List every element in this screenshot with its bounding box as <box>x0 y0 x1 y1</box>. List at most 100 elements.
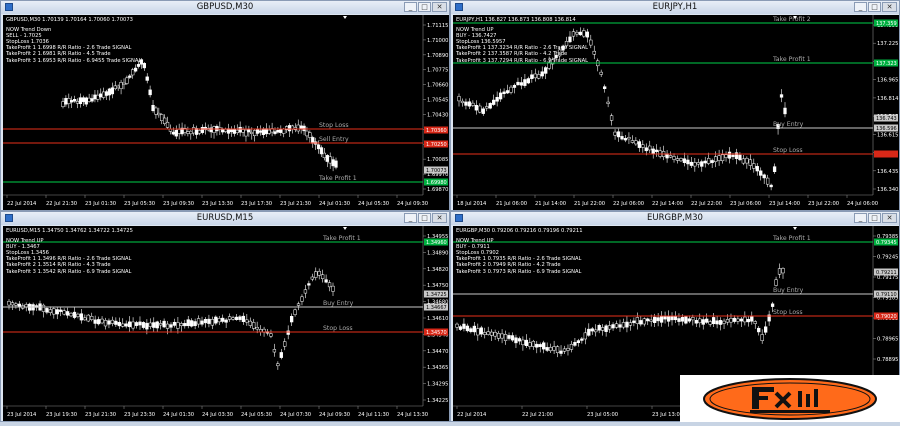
candle-body <box>127 321 132 328</box>
minimize-icon[interactable]: _ <box>404 213 417 223</box>
chart-window-gbpusd[interactable]: GBPUSD,M30 _ □ ✕ 1.71115 1.71000 1.70890 1.70… <box>0 0 450 211</box>
price-label: 0.79175 <box>877 275 898 281</box>
price-chart[interactable]: 137.359137.225137.095136.965136.814136.7… <box>453 15 899 210</box>
candle-body <box>76 313 80 317</box>
candle-body <box>316 144 321 150</box>
candle-body <box>781 268 785 274</box>
candle-body <box>290 125 295 130</box>
time-label: 23 Jul 01:30 <box>85 201 116 207</box>
chart-window-eurusd[interactable]: EURUSD,M15 _ □ ✕ 1.34955 1.34890 1.34820 1.34… <box>0 211 450 422</box>
candle-body <box>59 309 63 312</box>
candle-body <box>783 107 787 115</box>
candle-body <box>460 100 465 104</box>
candle-body <box>282 128 286 134</box>
candle-body <box>321 274 325 279</box>
time-label: 21 Jul 14:00 <box>535 201 566 207</box>
candle-body <box>679 158 683 162</box>
price-label: 1.34225 <box>427 398 448 404</box>
candle-body <box>210 319 215 326</box>
candle-body <box>637 141 641 148</box>
candle-body <box>276 130 280 133</box>
price-label: 137.225 <box>877 41 898 47</box>
candle-body <box>107 88 112 96</box>
chart-header: EURUSD,M15 1.34750 1.34762 1.34722 1.347… <box>6 228 133 234</box>
window-titlebar[interactable]: GBPUSD,M30 _ □ ✕ <box>1 1 449 14</box>
price-tag-label: 0.79020 <box>876 314 897 320</box>
time-label: 24 Jul 03:30 <box>202 412 233 418</box>
candle-body <box>331 159 335 167</box>
maximize-icon[interactable]: □ <box>868 2 881 12</box>
signal-info-panel: EURJPY,H1 136.827 136.873 136.808 136.81… <box>456 17 589 64</box>
candle-body <box>87 97 91 102</box>
window-titlebar[interactable]: EURJPY,H1 _ □ ✕ <box>451 1 899 14</box>
price-chart[interactable]: 1.71115 1.71000 1.70890 1.70775 1.70660 1.705… <box>3 15 449 210</box>
trade-level-label: Take Profit 1 <box>772 56 811 63</box>
price-label: 1.70085 <box>427 157 448 163</box>
candle-body <box>283 341 287 347</box>
candle-body <box>514 337 518 344</box>
candle-body <box>760 334 764 341</box>
candle-body <box>319 147 324 155</box>
candle-body <box>192 127 196 134</box>
candle-body <box>627 137 631 140</box>
candle-body <box>223 129 228 132</box>
price-label: 136.814 <box>877 96 899 102</box>
candle-body <box>488 103 492 109</box>
price-chart[interactable]: 1.34955 1.34890 1.34820 1.34750 1.34680 1.346… <box>3 226 449 421</box>
candle-body <box>261 128 266 135</box>
candle-body <box>589 39 593 46</box>
candle-body <box>293 309 297 315</box>
candle-body <box>710 160 714 163</box>
candle-body <box>483 332 487 335</box>
price-label: 1.70775 <box>427 68 448 74</box>
minimize-icon[interactable]: _ <box>404 2 417 12</box>
signal-info-line: TakeProfit 3 137.7294 R/R Ratio - 6.9 Tr… <box>456 57 589 64</box>
candle-body <box>762 174 766 179</box>
candle-body <box>186 131 190 134</box>
chart-window-eurjpy[interactable]: EURJPY,H1 _□✕ 137.359137.225137.095136.9… <box>450 0 900 211</box>
close-icon[interactable]: ✕ <box>432 213 447 223</box>
candle-body <box>125 77 129 84</box>
price-label: 136.965 <box>877 78 898 84</box>
window-titlebar[interactable]: EURGBP,M30 _ □ ✕ <box>451 212 899 225</box>
candle-body <box>273 131 277 134</box>
maximize-icon[interactable]: □ <box>868 213 881 223</box>
candle-body <box>722 320 726 324</box>
candle-body <box>521 339 525 346</box>
candle-body <box>302 125 306 132</box>
candle-body <box>103 320 108 327</box>
candle-body <box>100 318 104 324</box>
close-icon[interactable]: ✕ <box>882 213 897 223</box>
minimize-icon[interactable]: _ <box>854 213 867 223</box>
candle-body <box>725 319 730 323</box>
candle-body <box>64 98 68 105</box>
candle-body <box>267 129 271 134</box>
maximize-icon[interactable]: □ <box>418 213 431 223</box>
candle-body <box>759 170 763 176</box>
window-titlebar[interactable]: EURUSD,M15 _ □ ✕ <box>1 212 449 225</box>
candle-body <box>519 82 524 86</box>
candle-body <box>258 329 263 333</box>
candle-body <box>183 323 187 327</box>
candle-body <box>328 156 332 164</box>
candle-body <box>193 321 197 326</box>
candle-body <box>701 319 705 325</box>
price-label: 1.71115 <box>427 23 448 29</box>
candle-body <box>272 349 277 353</box>
candle-body <box>471 102 475 106</box>
close-icon[interactable]: ✕ <box>882 2 897 12</box>
time-label: 24 Jul 05:30 <box>241 412 272 418</box>
candle-body <box>145 76 149 81</box>
time-label: 23 Jul 13:00 <box>652 412 683 418</box>
candle-body <box>474 105 478 111</box>
trade-level-label: Take Profit 1 <box>772 235 811 242</box>
candle-body <box>207 318 211 324</box>
candle-body <box>462 323 466 329</box>
maximize-icon[interactable]: □ <box>418 2 431 12</box>
minimize-icon[interactable]: _ <box>854 2 867 12</box>
candle-body <box>481 108 485 114</box>
chart-header: GBPUSD,M30 1.70139 1.70164 1.70060 1.700… <box>6 17 133 23</box>
close-icon[interactable]: ✕ <box>432 2 447 12</box>
candle-body <box>327 282 332 288</box>
candle-body <box>535 343 539 348</box>
